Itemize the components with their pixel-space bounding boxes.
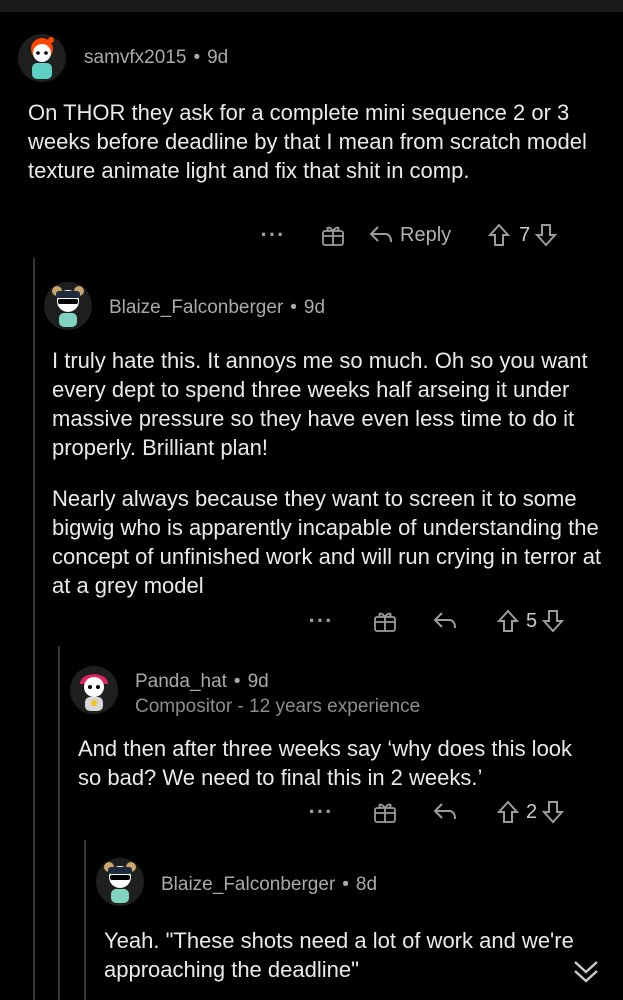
thread-line[interactable] xyxy=(58,646,60,1000)
award-gift-icon[interactable] xyxy=(372,608,398,634)
more-options-icon[interactable]: ··· xyxy=(258,222,288,248)
comment-body: On THOR they ask for a complete mini seq… xyxy=(28,100,587,183)
vote-count: 2 xyxy=(526,800,538,823)
reply-button[interactable]: Reply xyxy=(368,224,451,247)
username[interactable]: Panda_hat xyxy=(135,671,227,693)
double-chevron-down-icon[interactable] xyxy=(571,958,601,986)
username[interactable]: Blaize_Falconberger xyxy=(109,297,283,319)
upvote-arrow-icon[interactable] xyxy=(496,799,520,825)
reply-label: Reply xyxy=(400,223,452,246)
separator-dot: • xyxy=(193,47,201,68)
avatar[interactable] xyxy=(96,858,144,906)
avatar[interactable] xyxy=(70,666,118,714)
more-options-icon[interactable]: ··· xyxy=(306,799,336,825)
comment-actions: ··· 2 xyxy=(306,797,565,827)
more-options-icon[interactable]: ··· xyxy=(306,608,336,634)
reply-arrow-icon xyxy=(369,226,392,243)
award-gift-icon[interactable] xyxy=(320,222,346,248)
thread-line[interactable] xyxy=(33,258,35,1000)
vote-count: 7 xyxy=(519,223,531,246)
comment-actions: ··· Reply 7 xyxy=(258,220,558,250)
user-flair: Compositor - 12 years experience xyxy=(135,696,421,717)
comment-body: Yeah. "These shots need a lot of work an… xyxy=(104,928,574,982)
top-bar xyxy=(0,0,623,12)
comment-body: Nearly always because they want to scree… xyxy=(52,486,602,598)
comment-body: And then after three weeks say ‘why does… xyxy=(78,736,573,790)
username[interactable]: samvfx2015 xyxy=(84,47,186,69)
comment-body: I truly hate this. It annoys me so much.… xyxy=(52,348,588,460)
timestamp: 9d xyxy=(303,297,326,318)
upvote-arrow-icon[interactable] xyxy=(487,222,511,248)
avatar[interactable] xyxy=(44,282,92,330)
timestamp: 9d xyxy=(207,47,229,68)
downvote-arrow-icon[interactable] xyxy=(534,222,558,248)
comment-actions: ··· 5 xyxy=(306,606,565,636)
timestamp: 9d xyxy=(247,671,269,692)
reply-arrow-icon xyxy=(433,803,456,820)
separator-dot: • xyxy=(233,671,241,692)
vote-count: 5 xyxy=(526,609,538,632)
reply-arrow-icon xyxy=(433,612,456,629)
reply-button[interactable] xyxy=(432,610,458,632)
separator-dot: • xyxy=(290,297,297,318)
thread-line[interactable] xyxy=(84,840,86,1000)
timestamp: 8d xyxy=(355,874,378,895)
username[interactable]: Blaize_Falconberger xyxy=(161,874,335,896)
avatar[interactable] xyxy=(18,34,66,82)
downvote-arrow-icon[interactable] xyxy=(541,799,565,825)
separator-dot: • xyxy=(342,874,349,895)
award-gift-icon[interactable] xyxy=(372,799,398,825)
downvote-arrow-icon[interactable] xyxy=(541,608,565,634)
reply-button[interactable] xyxy=(432,801,458,823)
upvote-arrow-icon[interactable] xyxy=(496,608,520,634)
